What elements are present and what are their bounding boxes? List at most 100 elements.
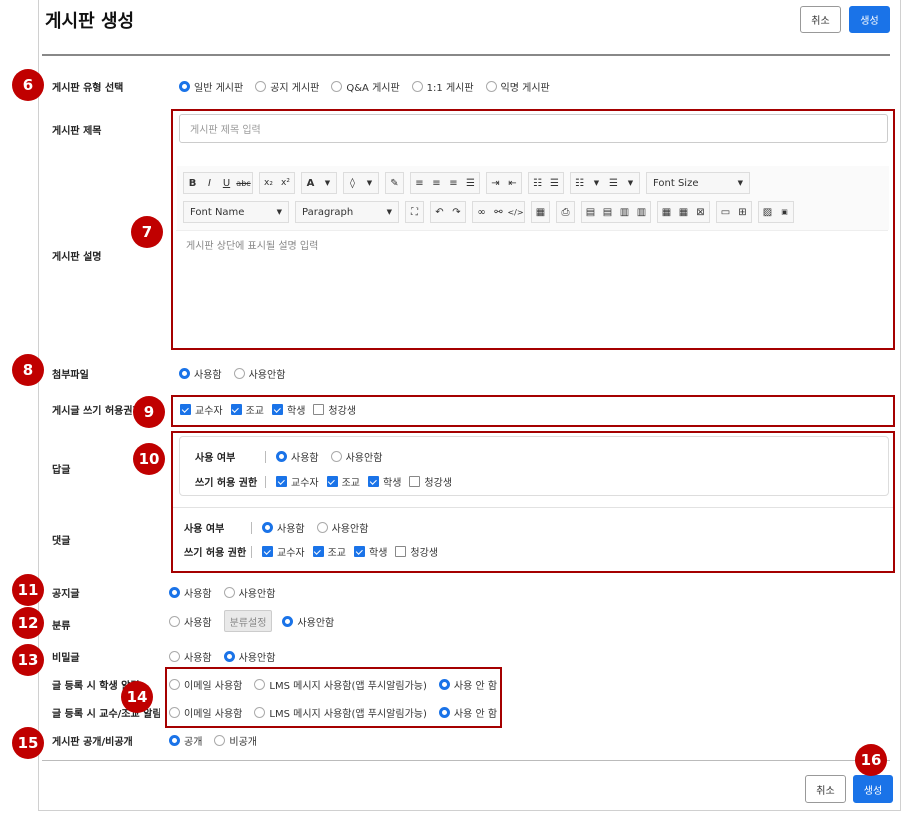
prof-alarm-lms[interactable]: LMS 메시지 사용함(앱 푸시알림가능) xyxy=(254,705,427,720)
table-merge-icon[interactable]: ▦ xyxy=(658,202,675,222)
table-grid-icon[interactable]: ⊞ xyxy=(734,202,751,222)
reply-use-option-nouse[interactable]: 사용안함 xyxy=(330,449,382,464)
unlink-icon[interactable]: ⚯ xyxy=(490,202,507,222)
indent-group: ⇥ ⇤ xyxy=(486,172,522,194)
bold-icon[interactable]: B xyxy=(184,173,201,193)
board-title-input[interactable]: 게시판 제목 입력 xyxy=(179,114,888,143)
align-center-icon[interactable]: ≡ xyxy=(428,173,445,193)
table-col-left-icon[interactable]: ▥ xyxy=(616,202,633,222)
bullet-list-style-icon[interactable]: ☰ xyxy=(605,173,622,193)
comment-perm-professor[interactable]: 교수자 xyxy=(262,544,305,559)
notice-option-nouse[interactable]: 사용안함 xyxy=(223,585,275,600)
reply-perm-ta[interactable]: 조교 xyxy=(326,474,360,489)
table-row-above-icon[interactable]: ▤ xyxy=(582,202,599,222)
board-type-option-general[interactable]: 일반 게시판 xyxy=(179,79,243,94)
comment-use-option-use[interactable]: 사용함 xyxy=(262,520,305,535)
chevron-down-icon[interactable]: ▼ xyxy=(319,173,336,193)
superscript-icon[interactable]: x² xyxy=(277,173,294,193)
eraser-icon[interactable]: ✎ xyxy=(386,173,403,193)
strikethrough-icon[interactable]: abc xyxy=(235,173,252,193)
attachment-option-use[interactable]: 사용함 xyxy=(179,366,222,381)
font-size-select[interactable]: Font Size ▼ xyxy=(646,172,750,194)
footer-cancel-button[interactable]: 취소 xyxy=(805,775,846,803)
header-cancel-button[interactable]: 취소 xyxy=(800,6,841,33)
subscript-icon[interactable]: x₂ xyxy=(260,173,277,193)
ordered-list-style-icon[interactable]: ☷ xyxy=(571,173,588,193)
undo-icon[interactable]: ↶ xyxy=(431,202,448,222)
board-type-option-qa[interactable]: Q&A 게시판 xyxy=(331,79,400,94)
write-perm-ta[interactable]: 조교 xyxy=(230,402,264,417)
student-alarm-email[interactable]: 이메일 사용함 xyxy=(169,677,242,692)
table-split-icon[interactable]: ▦ xyxy=(675,202,692,222)
bg-color-group: ◊ ▼ xyxy=(343,172,379,194)
radio-icon xyxy=(233,368,245,379)
align-justify-icon[interactable]: ☰ xyxy=(462,173,479,193)
italic-icon[interactable]: I xyxy=(201,173,218,193)
reply-use-option-use[interactable]: 사용함 xyxy=(276,449,319,464)
secret-option-use[interactable]: 사용함 xyxy=(169,649,212,664)
category-option-use[interactable]: 사용함 xyxy=(169,614,212,629)
write-perm-professor[interactable]: 교수자 xyxy=(180,402,223,417)
board-desc-label: 게시판 설명 xyxy=(52,252,102,263)
fullscreen-icon[interactable]: ⛶ xyxy=(406,202,423,222)
comment-perm-auditor[interactable]: 청강생 xyxy=(395,544,438,559)
table-delete-icon[interactable]: ⊠ xyxy=(692,202,709,222)
student-alarm-lms[interactable]: LMS 메시지 사용함(앱 푸시알림가능) xyxy=(254,677,427,692)
comment-perm-student[interactable]: 학생 xyxy=(354,544,387,559)
align-left-icon[interactable]: ≡ xyxy=(411,173,428,193)
category-option-nouse[interactable]: 사용안함 xyxy=(282,614,334,629)
write-perm-auditor[interactable]: 청강생 xyxy=(313,402,356,417)
prof-alarm-email[interactable]: 이메일 사용함 xyxy=(169,705,242,720)
footer-create-button[interactable]: 생성 xyxy=(853,775,893,803)
attachment-option-nouse[interactable]: 사용안함 xyxy=(233,366,285,381)
reply-use-label: 사용 여부 xyxy=(195,453,236,464)
table-col-right-icon[interactable]: ▥ xyxy=(633,202,650,222)
chevron-down-icon[interactable]: ▼ xyxy=(622,173,639,193)
radio-icon xyxy=(411,81,423,92)
lms-icon[interactable]: ▣ xyxy=(776,202,793,222)
reply-perm-auditor[interactable]: 청강생 xyxy=(409,474,452,489)
comment-perm-ta[interactable]: 조교 xyxy=(312,544,346,559)
font-color-icon[interactable]: A xyxy=(302,173,319,193)
header-create-button[interactable]: 생성 xyxy=(849,6,890,33)
visibility-option-private[interactable]: 비공개 xyxy=(214,733,257,748)
visibility-option-public[interactable]: 공개 xyxy=(169,733,202,748)
category-settings-button[interactable]: 분류설정 xyxy=(223,610,273,632)
board-desc-editor[interactable]: 게시판 상단에 표시될 설명 입력 xyxy=(176,230,888,343)
underline-icon[interactable]: U xyxy=(218,173,235,193)
radio-selected-icon xyxy=(438,679,450,690)
table-row-below-icon[interactable]: ▤ xyxy=(599,202,616,222)
image-icon[interactable]: ▨ xyxy=(759,202,776,222)
board-type-option-anonymous[interactable]: 익명 게시판 xyxy=(485,79,550,94)
category-label: 분류 xyxy=(52,621,71,632)
table-props-icon[interactable]: ▭ xyxy=(717,202,734,222)
chevron-down-icon[interactable]: ▼ xyxy=(361,173,378,193)
chevron-down-icon[interactable]: ▼ xyxy=(588,173,605,193)
link-icon[interactable]: ∞ xyxy=(473,202,490,222)
outdent-icon[interactable]: ⇤ xyxy=(504,173,521,193)
redo-icon[interactable]: ↷ xyxy=(448,202,465,222)
notice-option-use[interactable]: 사용함 xyxy=(169,585,212,600)
ordered-list-icon[interactable]: ☷ xyxy=(529,173,546,193)
print-icon[interactable]: ⎙ xyxy=(557,202,574,222)
align-right-icon[interactable]: ≡ xyxy=(445,173,462,193)
paragraph-select[interactable]: Paragraph ▼ xyxy=(295,201,399,223)
indent-icon[interactable]: ⇥ xyxy=(487,173,504,193)
comment-use-option-nouse[interactable]: 사용안함 xyxy=(316,520,368,535)
secret-option-nouse[interactable]: 사용안함 xyxy=(223,649,275,664)
prof-alarm-none[interactable]: 사용 안 함 xyxy=(438,705,497,720)
write-perm-student[interactable]: 학생 xyxy=(272,402,305,417)
chevron-down-icon: ▼ xyxy=(386,208,392,216)
reply-perm-student[interactable]: 학생 xyxy=(368,474,401,489)
code-icon[interactable]: </> xyxy=(507,202,524,222)
student-alarm-none[interactable]: 사용 안 함 xyxy=(438,677,497,692)
reply-perm-professor[interactable]: 교수자 xyxy=(276,474,319,489)
board-type-option-1to1[interactable]: 1:1 게시판 xyxy=(411,79,474,94)
font-name-select[interactable]: Font Name ▼ xyxy=(183,201,289,223)
editor-toolbar-row2: Font Name ▼ Paragraph ▼ ⛶ ↶ ↷ ∞ ⚯ </> ▦ ⎙ … xyxy=(183,201,800,223)
checkbox-checked-icon xyxy=(368,476,380,487)
fill-color-icon[interactable]: ◊ xyxy=(344,173,361,193)
table-icon[interactable]: ▦ xyxy=(532,202,549,222)
unordered-list-icon[interactable]: ☰ xyxy=(546,173,563,193)
board-type-option-notice[interactable]: 공지 게시판 xyxy=(255,79,319,94)
